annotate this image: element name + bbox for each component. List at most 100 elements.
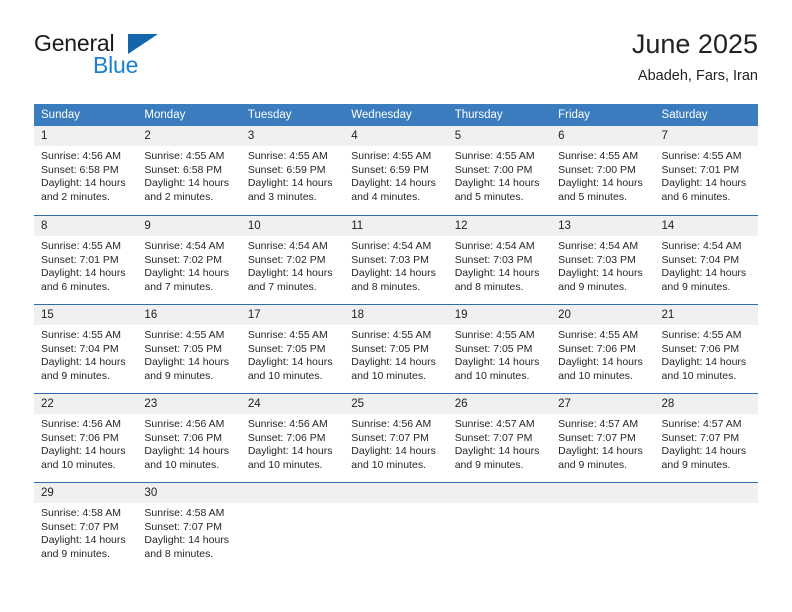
calendar-day-cell[interactable]: 14 Sunrise: 4:54 AM Sunset: 7:04 PM Dayligh… <box>654 215 758 304</box>
calendar-week-row: 22 Sunrise: 4:56 AM Sunset: 7:06 PM Dayligh… <box>34 393 758 482</box>
day-details: Sunrise: 4:54 AM Sunset: 7:03 PM Daylight:… <box>551 236 654 294</box>
day-details: Sunrise: 4:55 AM Sunset: 7:05 PM Daylight:… <box>241 325 344 383</box>
daylight-text-line1: Daylight: 14 hours <box>247 445 333 458</box>
calendar-day-cell[interactable]: 21 Sunrise: 4:55 AM Sunset: 7:06 PM Dayligh… <box>654 304 758 393</box>
day-details <box>551 503 654 507</box>
day-number: 13 <box>551 215 655 236</box>
sunset-text: Sunset: 6:59 PM <box>351 163 429 176</box>
calendar-body: 1 Sunrise: 4:56 AM Sunset: 6:58 PM Daylight… <box>34 126 758 571</box>
calendar-day-cell[interactable]: 28 Sunrise: 4:57 AM Sunset: 7:07 PM Dayligh… <box>654 393 758 482</box>
calendar-day-cell[interactable]: 6 Sunrise: 4:55 AM Sunset: 7:00 PM Daylight… <box>551 126 655 215</box>
sunrise-text: Sunrise: 4:55 AM <box>144 329 225 341</box>
calendar-day-cell[interactable]: 20 Sunrise: 4:55 AM Sunset: 7:06 PM Dayligh… <box>551 304 655 393</box>
daylight-text-line1: Daylight: 14 hours <box>351 445 436 458</box>
calendar-day-cell[interactable]: 5 Sunrise: 4:55 AM Sunset: 7:00 PM Daylight… <box>447 126 552 215</box>
calendar-day-cell[interactable]: 11 Sunrise: 4:54 AM Sunset: 7:03 PM Dayligh… <box>344 215 448 304</box>
calendar-day-cell[interactable]: 29 Sunrise: 4:58 AM Sunset: 7:07 PM Dayligh… <box>34 482 138 571</box>
calendar-day-cell[interactable]: 27 Sunrise: 4:57 AM Sunset: 7:07 PM Dayligh… <box>551 393 655 482</box>
calendar-day-cell[interactable]: 17 Sunrise: 4:55 AM Sunset: 7:05 PM Dayligh… <box>240 304 345 393</box>
day-details: Sunrise: 4:55 AM Sunset: 7:00 PM Daylight:… <box>448 146 551 204</box>
calendar-day-cell[interactable]: 22 Sunrise: 4:56 AM Sunset: 7:06 PM Dayligh… <box>34 393 138 482</box>
day-details <box>241 503 344 507</box>
daylight-text-line2: and 10 minutes. <box>247 458 323 471</box>
sunrise-text: Sunrise: 4:55 AM <box>558 329 639 341</box>
day-number: 20 <box>551 304 655 325</box>
day-number: 25 <box>344 393 448 414</box>
day-details: Sunrise: 4:55 AM Sunset: 7:05 PM Daylight:… <box>137 325 240 383</box>
calendar-day-cell[interactable]: 23 Sunrise: 4:56 AM Sunset: 7:06 PM Dayligh… <box>137 393 241 482</box>
calendar-day-cell[interactable]: 26 Sunrise: 4:57 AM Sunset: 7:07 PM Dayligh… <box>447 393 552 482</box>
daylight-text-line2: and 9 minutes. <box>41 547 110 560</box>
daylight-text-line2: and 10 minutes. <box>454 369 530 382</box>
calendar-day-cell[interactable]: 4 Sunrise: 4:55 AM Sunset: 6:59 PM Daylight… <box>344 126 448 215</box>
column-header-friday: Friday <box>551 104 655 126</box>
calendar-day-cell-empty <box>344 482 448 571</box>
daylight-text-line2: and 7 minutes. <box>247 280 317 293</box>
day-details: Sunrise: 4:56 AM Sunset: 6:58 PM Daylight:… <box>34 146 137 204</box>
daylight-text-line1: Daylight: 14 hours <box>454 445 540 458</box>
daylight-text-line2: and 9 minutes. <box>661 458 731 471</box>
sunset-text: Sunset: 7:07 PM <box>558 431 636 444</box>
calendar-day-cell[interactable]: 13 Sunrise: 4:54 AM Sunset: 7:03 PM Dayligh… <box>551 215 655 304</box>
day-number: 15 <box>34 304 138 325</box>
sunrise-text: Sunrise: 4:54 AM <box>661 240 742 252</box>
day-details: Sunrise: 4:56 AM Sunset: 7:07 PM Daylight:… <box>344 414 447 472</box>
daylight-text-line1: Daylight: 14 hours <box>41 445 126 458</box>
calendar-day-cell[interactable]: 9 Sunrise: 4:54 AM Sunset: 7:02 PM Daylight… <box>137 215 241 304</box>
sunset-text: Sunset: 7:07 PM <box>351 431 429 444</box>
calendar-day-cell[interactable]: 3 Sunrise: 4:55 AM Sunset: 6:59 PM Daylight… <box>240 126 345 215</box>
daylight-text-line2: and 6 minutes. <box>661 190 731 203</box>
column-header-tuesday: Tuesday <box>240 104 345 126</box>
calendar-day-cell[interactable]: 10 Sunrise: 4:54 AM Sunset: 7:02 PM Dayligh… <box>240 215 345 304</box>
calendar-week-row: 8 Sunrise: 4:55 AM Sunset: 7:01 PM Daylight… <box>34 215 758 304</box>
sunrise-text: Sunrise: 4:56 AM <box>144 418 225 430</box>
sunset-text: Sunset: 7:05 PM <box>144 342 223 355</box>
sunset-text: Sunset: 7:02 PM <box>247 253 326 266</box>
day-number: 12 <box>447 215 552 236</box>
calendar-day-cell[interactable]: 7 Sunrise: 4:55 AM Sunset: 7:01 PM Daylight… <box>654 126 758 215</box>
sunrise-text: Sunrise: 4:55 AM <box>351 329 432 341</box>
column-header-thursday: Thursday <box>447 104 552 126</box>
daylight-text-line1: Daylight: 14 hours <box>41 267 126 280</box>
day-number <box>344 482 448 503</box>
sunset-text: Sunset: 7:04 PM <box>41 342 119 355</box>
daylight-text-line2: and 5 minutes. <box>558 190 627 203</box>
sunrise-text: Sunrise: 4:55 AM <box>144 150 225 162</box>
calendar-day-cell[interactable]: 30 Sunrise: 4:58 AM Sunset: 7:07 PM Dayligh… <box>137 482 241 571</box>
sunset-text: Sunset: 7:01 PM <box>661 163 740 176</box>
calendar-day-cell[interactable]: 16 Sunrise: 4:55 AM Sunset: 7:05 PM Dayligh… <box>137 304 241 393</box>
day-details: Sunrise: 4:55 AM Sunset: 7:01 PM Daylight:… <box>655 146 758 204</box>
daylight-text-line2: and 7 minutes. <box>144 280 214 293</box>
calendar-day-cell[interactable]: 24 Sunrise: 4:56 AM Sunset: 7:06 PM Dayligh… <box>240 393 345 482</box>
daylight-text-line1: Daylight: 14 hours <box>661 356 747 369</box>
logo-text-blue: Blue <box>93 52 139 78</box>
sunrise-sunset-calendar-table: Sunday Monday Tuesday Wednesday Thursday… <box>34 104 758 571</box>
sunrise-text: Sunrise: 4:54 AM <box>558 240 639 252</box>
calendar-day-cell[interactable]: 1 Sunrise: 4:56 AM Sunset: 6:58 PM Daylight… <box>34 126 138 215</box>
sunset-text: Sunset: 7:03 PM <box>454 253 533 266</box>
calendar-day-cell[interactable]: 12 Sunrise: 4:54 AM Sunset: 7:03 PM Dayligh… <box>447 215 552 304</box>
sunset-text: Sunset: 7:06 PM <box>661 342 740 355</box>
daylight-text-line2: and 3 minutes. <box>247 190 317 203</box>
calendar-day-cell[interactable]: 15 Sunrise: 4:55 AM Sunset: 7:04 PM Dayligh… <box>34 304 138 393</box>
day-details: Sunrise: 4:55 AM Sunset: 7:01 PM Daylight:… <box>34 236 137 294</box>
day-number: 14 <box>654 215 758 236</box>
day-details: Sunrise: 4:57 AM Sunset: 7:07 PM Daylight:… <box>655 414 758 472</box>
sunrise-text: Sunrise: 4:56 AM <box>41 150 121 162</box>
calendar-day-cell[interactable]: 2 Sunrise: 4:55 AM Sunset: 6:58 PM Daylight… <box>137 126 241 215</box>
calendar-week-row: 1 Sunrise: 4:56 AM Sunset: 6:58 PM Daylight… <box>34 126 758 215</box>
calendar-day-cell[interactable]: 19 Sunrise: 4:55 AM Sunset: 7:05 PM Dayligh… <box>447 304 552 393</box>
calendar-day-cell[interactable]: 25 Sunrise: 4:56 AM Sunset: 7:07 PM Dayligh… <box>344 393 448 482</box>
calendar-day-cell-empty <box>551 482 655 571</box>
sunset-text: Sunset: 7:05 PM <box>454 342 533 355</box>
daylight-text-line2: and 8 minutes. <box>144 547 214 560</box>
day-number: 22 <box>34 393 138 414</box>
calendar-day-cell[interactable]: 8 Sunrise: 4:55 AM Sunset: 7:01 PM Daylight… <box>34 215 138 304</box>
day-number: 16 <box>137 304 241 325</box>
calendar-day-cell[interactable]: 18 Sunrise: 4:55 AM Sunset: 7:05 PM Dayligh… <box>344 304 448 393</box>
sunset-text: Sunset: 7:07 PM <box>454 431 533 444</box>
sunset-text: Sunset: 7:07 PM <box>661 431 740 444</box>
sunrise-text: Sunrise: 4:57 AM <box>454 418 535 430</box>
day-details: Sunrise: 4:58 AM Sunset: 7:07 PM Daylight:… <box>34 503 137 561</box>
sunrise-text: Sunrise: 4:54 AM <box>454 240 535 252</box>
